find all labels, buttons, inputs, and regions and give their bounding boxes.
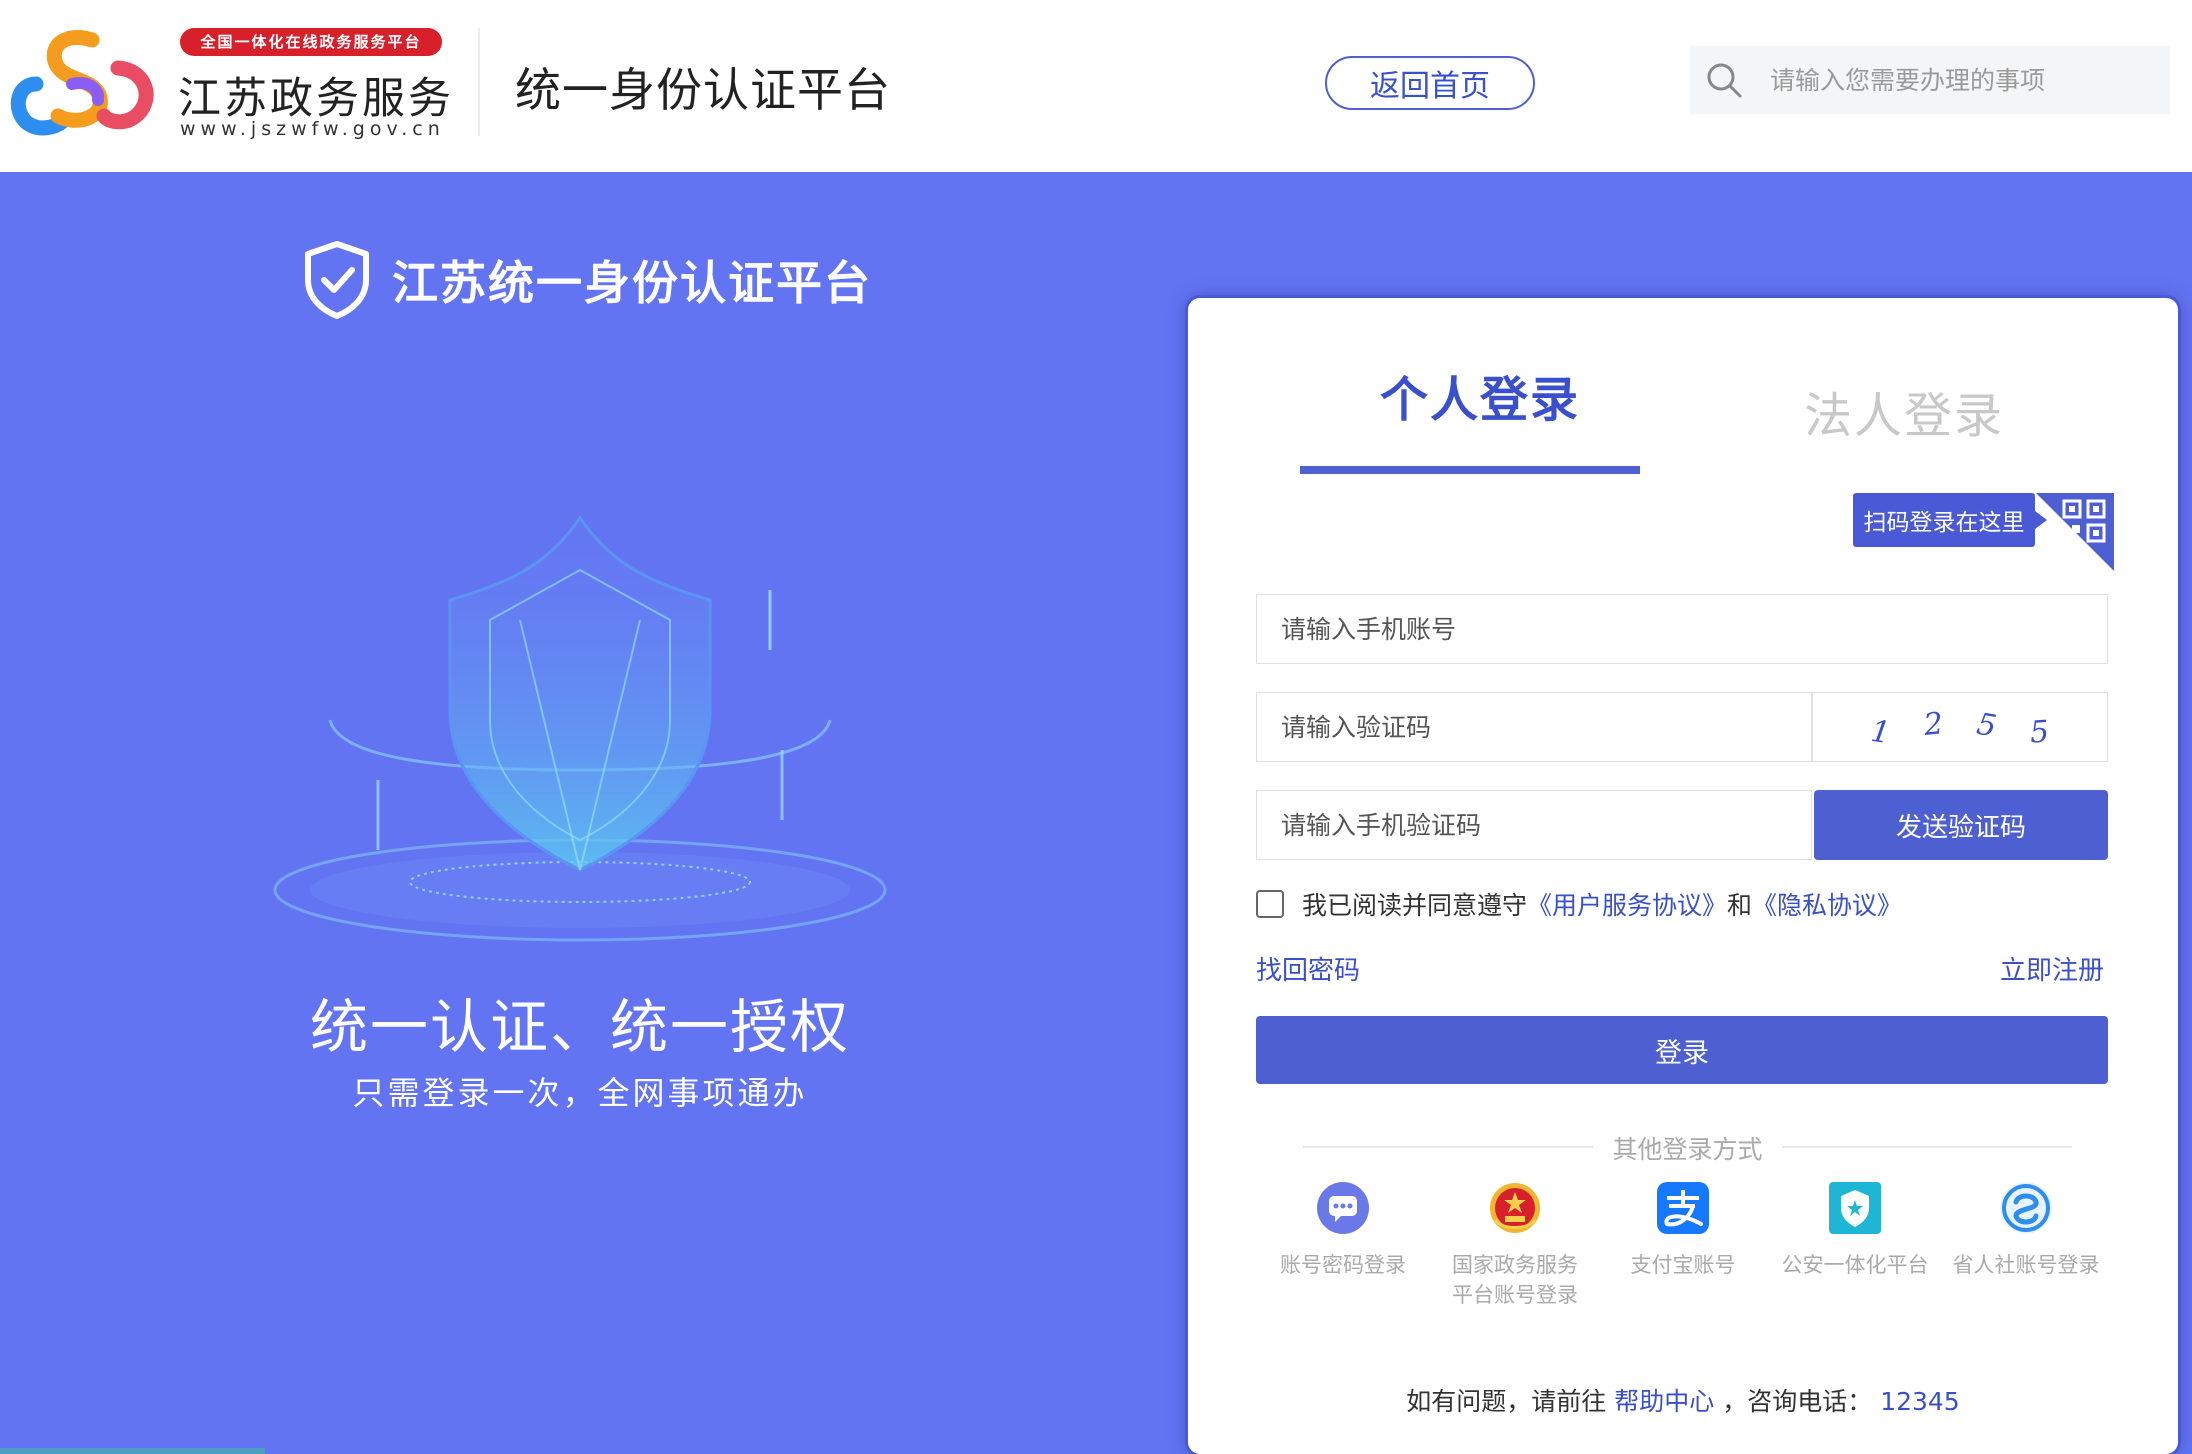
- alt-login-police-platform[interactable]: 公安一体化平台: [1765, 1180, 1945, 1280]
- sms-code-field[interactable]: [1256, 790, 1812, 860]
- alt-login-national-platform[interactable]: 国家政务服务 平台账号登录: [1425, 1180, 1605, 1310]
- help-mid-text: ，咨询电话：: [1722, 1387, 1873, 1416]
- page-title: 统一身份认证平台: [515, 63, 891, 117]
- qr-code-icon[interactable]: [2036, 493, 2114, 571]
- police-badge-icon: [1829, 1182, 1881, 1234]
- tab-personal-login[interactable]: 个人登录: [1380, 360, 1580, 430]
- divider-right: [1782, 1146, 2072, 1148]
- captcha-char: 2: [1922, 705, 1945, 743]
- send-sms-code-button[interactable]: 发送验证码: [1814, 790, 2108, 860]
- captcha-char: 5: [2028, 713, 2051, 751]
- tab-corporate-login[interactable]: 法人登录: [1804, 376, 2004, 446]
- shield-illustration-icon: [273, 515, 887, 942]
- captcha-image[interactable]: 1 2 5 5: [1812, 692, 2108, 762]
- alipay-icon: [1657, 1182, 1709, 1234]
- forgot-password-link[interactable]: 找回密码: [1256, 950, 1360, 987]
- agreement-text: 我已阅读并同意遵守: [1302, 891, 1528, 920]
- hero-slogan: 统一认证、统一授权: [309, 993, 850, 1061]
- alt-login-label: 公安一体化平台: [1781, 1253, 1929, 1277]
- search-icon[interactable]: [1704, 60, 1744, 100]
- privacy-agreement-link[interactable]: 《隐私协议》: [1752, 886, 1902, 922]
- other-login-title: 其他登录方式: [1612, 1135, 1763, 1164]
- social-security-icon: [2000, 1182, 2052, 1234]
- header-divider: [478, 28, 480, 136]
- brand-block: 全国一体化在线政务服务平台 江苏政务服务 www.jszwfw.gov.cn: [178, 28, 451, 143]
- sms-code-input[interactable]: [1281, 810, 1780, 840]
- captcha-char: 5: [1974, 706, 1999, 744]
- alt-login-password[interactable]: 账号密码登录: [1253, 1180, 1433, 1280]
- jszwfw-logo-icon: [10, 30, 154, 136]
- captcha-char: 1: [1868, 713, 1893, 751]
- alt-login-social-security[interactable]: 省人社账号登录: [1936, 1180, 2116, 1280]
- chat-bubble-icon: [1317, 1182, 1369, 1234]
- alt-login-label-line1: 国家政务服务: [1452, 1253, 1578, 1277]
- search-box[interactable]: [1690, 46, 2170, 114]
- alt-login-alipay[interactable]: 支付宝账号: [1593, 1180, 1773, 1280]
- top-header: 全国一体化在线政务服务平台 江苏政务服务 www.jszwfw.gov.cn 统…: [0, 0, 2192, 172]
- bottom-scrollbar: [0, 1448, 265, 1454]
- alt-login-label: 账号密码登录: [1280, 1253, 1406, 1277]
- help-prefix-text: 如有问题，请前往: [1406, 1387, 1607, 1416]
- alt-login-label: 支付宝账号: [1630, 1253, 1736, 1277]
- login-button[interactable]: 登录: [1256, 1016, 2108, 1084]
- phone-account-input[interactable]: [1281, 614, 2046, 644]
- search-input[interactable]: [1770, 65, 2150, 95]
- shield-check-icon: [305, 241, 369, 319]
- qr-login-tip[interactable]: 扫码登录在这里: [1853, 493, 2047, 547]
- brand-badge: 全国一体化在线政务服务平台: [180, 28, 442, 56]
- alt-login-label-line2: 平台账号登录: [1452, 1283, 1578, 1307]
- register-link[interactable]: 立即注册: [2000, 950, 2104, 987]
- captcha-input[interactable]: [1281, 712, 1780, 742]
- divider-left: [1303, 1146, 1593, 1148]
- brand-url: www.jszwfw.gov.cn: [180, 118, 445, 140]
- alt-login-label: 省人社账号登录: [1952, 1253, 2100, 1277]
- help-phone-number[interactable]: 12345: [1880, 1387, 1960, 1416]
- alt-login-label: 国家政务服务 平台账号登录: [1452, 1250, 1578, 1310]
- login-card: 个人登录 法人登录 扫码登录在这里 1 2 5 5 发送验证码 我已阅读并同意遵…: [1188, 298, 2178, 1454]
- brand-name: 江苏政务服务: [178, 74, 454, 124]
- captcha-field[interactable]: [1256, 692, 1812, 762]
- hero-title-block: 江苏统一身份认证平台: [302, 240, 872, 320]
- hero-subtitle: 只需登录一次，全网事项通办: [352, 1074, 808, 1112]
- help-footer: 如有问题，请前往 帮助中心 ，咨询电话： 12345: [1188, 1382, 2178, 1418]
- agreement-and-text: 和: [1727, 891, 1753, 920]
- user-service-agreement-link[interactable]: 《用户服务协议》: [1527, 886, 1727, 922]
- national-emblem-icon: [1490, 1183, 1540, 1233]
- active-tab-indicator: [1300, 466, 1640, 474]
- home-button[interactable]: 返回首页: [1325, 56, 1535, 110]
- phone-account-field[interactable]: [1256, 594, 2108, 664]
- agreement-checkbox[interactable]: [1256, 890, 1284, 918]
- hero-title: 江苏统一身份认证平台: [392, 256, 872, 310]
- agreement-row: 我已阅读并同意遵守 《用户服务协议》 和 《隐私协议》: [1256, 886, 1902, 922]
- help-center-link[interactable]: 帮助中心: [1614, 1387, 1714, 1416]
